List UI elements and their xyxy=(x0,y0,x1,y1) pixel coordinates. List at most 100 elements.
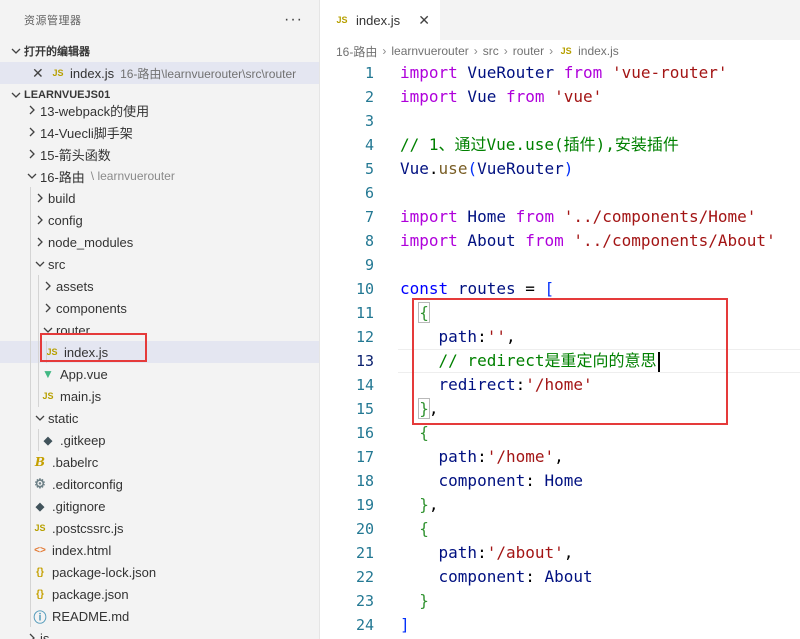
code-line[interactable]: 17 path:'/home', xyxy=(320,445,800,469)
tree-folder[interactable]: static xyxy=(0,407,319,429)
tree-folder[interactable]: assets xyxy=(0,275,319,297)
code-token: VueRouter xyxy=(477,159,564,178)
open-editor-item[interactable]: ✕ JS index.js 16-路由\learnvuerouter\src\r… xyxy=(0,62,319,84)
code-line[interactable]: 22 component: About xyxy=(320,565,800,589)
close-icon[interactable]: ✕ xyxy=(418,12,430,29)
code-line[interactable]: 8 import About from '../components/About' xyxy=(320,229,800,253)
indent-guide xyxy=(38,319,39,341)
open-editors-header[interactable]: 打开的编辑器 xyxy=(0,40,319,62)
code-line[interactable]: 5 Vue.use(VueRouter) xyxy=(320,157,800,181)
breadcrumb-item[interactable]: 16-路由 xyxy=(336,43,377,60)
code-token: : xyxy=(525,471,545,490)
tree-file[interactable]: {} package.json xyxy=(0,583,319,605)
tree-file[interactable]: JS index.js xyxy=(0,341,319,363)
chevron-right-icon xyxy=(24,124,40,140)
breadcrumb-file[interactable]: index.js xyxy=(578,44,619,58)
tree-item-label: build xyxy=(48,190,76,206)
tree-folder[interactable]: build xyxy=(0,187,319,209)
line-number: 4 xyxy=(364,136,374,154)
code-line[interactable]: 10 const routes = [ xyxy=(320,277,800,301)
code-line[interactable]: 18 component: Home xyxy=(320,469,800,493)
tree-folder[interactable]: node_modules xyxy=(0,231,319,253)
line-number: 22 xyxy=(355,568,374,586)
tree-file[interactable]: JS .postcssrc.js xyxy=(0,517,319,539)
tab-index-js[interactable]: JS index.js ✕ xyxy=(320,0,440,40)
code-line[interactable]: 4 // 1、通过Vue.use(插件),安装插件 xyxy=(320,133,800,157)
tree-file[interactable]: {} package-lock.json xyxy=(0,561,319,583)
breadcrumb-item[interactable]: learnvuerouter xyxy=(391,44,468,58)
line-number: 5 xyxy=(364,160,374,178)
javascript-file-icon: JS xyxy=(52,68,64,78)
tree-file[interactable]: ◆ .gitkeep xyxy=(0,429,319,451)
tree-folder[interactable]: config xyxy=(0,209,319,231)
code-line[interactable]: 13 // redirect是重定向的意思 xyxy=(320,349,800,373)
tree-file[interactable]: <> index.html xyxy=(0,539,319,561)
code-line[interactable]: 24] xyxy=(320,613,800,637)
code-token: } xyxy=(419,495,429,514)
indent-guide xyxy=(38,429,39,451)
code-line[interactable]: 20 { xyxy=(320,517,800,541)
code-line[interactable]: 15 }, xyxy=(320,397,800,421)
vue-file-icon: ▼ xyxy=(42,367,54,381)
tree-file[interactable]: ⚙ .editorconfig xyxy=(0,473,319,495)
code-line[interactable]: 3 xyxy=(320,109,800,133)
breadcrumb-item[interactable]: router xyxy=(513,44,544,58)
code-line[interactable]: 21 path:'/about', xyxy=(320,541,800,565)
tab-label: index.js xyxy=(356,12,401,28)
tree-folder[interactable]: components xyxy=(0,297,319,319)
code-token: path xyxy=(438,327,478,346)
code-line[interactable]: 6 xyxy=(320,181,800,205)
code-token: ( xyxy=(467,159,478,178)
chevron-right-icon: › xyxy=(503,44,508,58)
tree-folder[interactable]: 15-箭头函数 xyxy=(0,143,319,165)
tree-folder[interactable]: js xyxy=(0,627,319,639)
code-token: Home xyxy=(544,471,584,490)
tree-folder[interactable]: 14-Vuecli脚手架 xyxy=(0,121,319,143)
indent-guide xyxy=(38,341,39,363)
code-line[interactable]: 14 redirect:'/home' xyxy=(320,373,800,397)
code-line[interactable]: 9 xyxy=(320,253,800,277)
code-line[interactable]: 1 import VueRouter from 'vue-router' xyxy=(320,61,800,85)
tree-file[interactable]: ▼ App.vue xyxy=(0,363,319,385)
tree-file[interactable]: ⓘ README.md xyxy=(0,605,319,627)
code-line[interactable]: 7 import Home from '../components/Home' xyxy=(320,205,800,229)
code-line[interactable]: 12 path:'', xyxy=(320,325,800,349)
breadcrumb-item[interactable]: src xyxy=(483,44,499,58)
line-number: 9 xyxy=(364,256,374,274)
tree-file[interactable]: ◆ .gitignore xyxy=(0,495,319,517)
more-actions-icon[interactable]: ··· xyxy=(284,11,303,29)
tree-item-label: assets xyxy=(56,278,94,294)
code-token: = xyxy=(515,279,545,298)
code-line[interactable]: 23 } xyxy=(320,589,800,613)
indent-guide xyxy=(30,561,31,583)
code-line[interactable]: 11 { xyxy=(320,301,800,325)
info-file-icon: ⓘ xyxy=(33,609,47,625)
tree-folder[interactable]: 16-路由 \ learnvuerouter xyxy=(0,165,319,187)
tree-folder[interactable]: router xyxy=(0,319,319,341)
code-text: path:'/about', xyxy=(400,541,574,565)
tree-file[interactable]: JS main.js xyxy=(0,385,319,407)
indent-guide xyxy=(30,275,31,297)
code-line[interactable]: 19 }, xyxy=(320,493,800,517)
open-editor-name: index.js xyxy=(70,65,115,81)
close-icon[interactable]: ✕ xyxy=(32,65,50,82)
tree-folder[interactable]: 13-webpack的使用 xyxy=(0,99,319,121)
code-line[interactable]: 16 { xyxy=(320,421,800,445)
babel-file-icon: B xyxy=(34,455,46,469)
tree-file[interactable]: B .babelrc xyxy=(0,451,319,473)
chevron-down-icon xyxy=(8,43,24,59)
json-file-icon: {} xyxy=(36,588,44,600)
chevron-right-icon xyxy=(32,234,48,250)
tree-folder[interactable]: src xyxy=(0,253,319,275)
code-line[interactable]: 2 import Vue from 'vue' xyxy=(320,85,800,109)
open-editors-label: 打开的编辑器 xyxy=(24,46,90,58)
code-editor[interactable]: 1 import VueRouter from 'vue-router' 2 impo… xyxy=(320,61,800,637)
code-token: from xyxy=(563,63,603,82)
